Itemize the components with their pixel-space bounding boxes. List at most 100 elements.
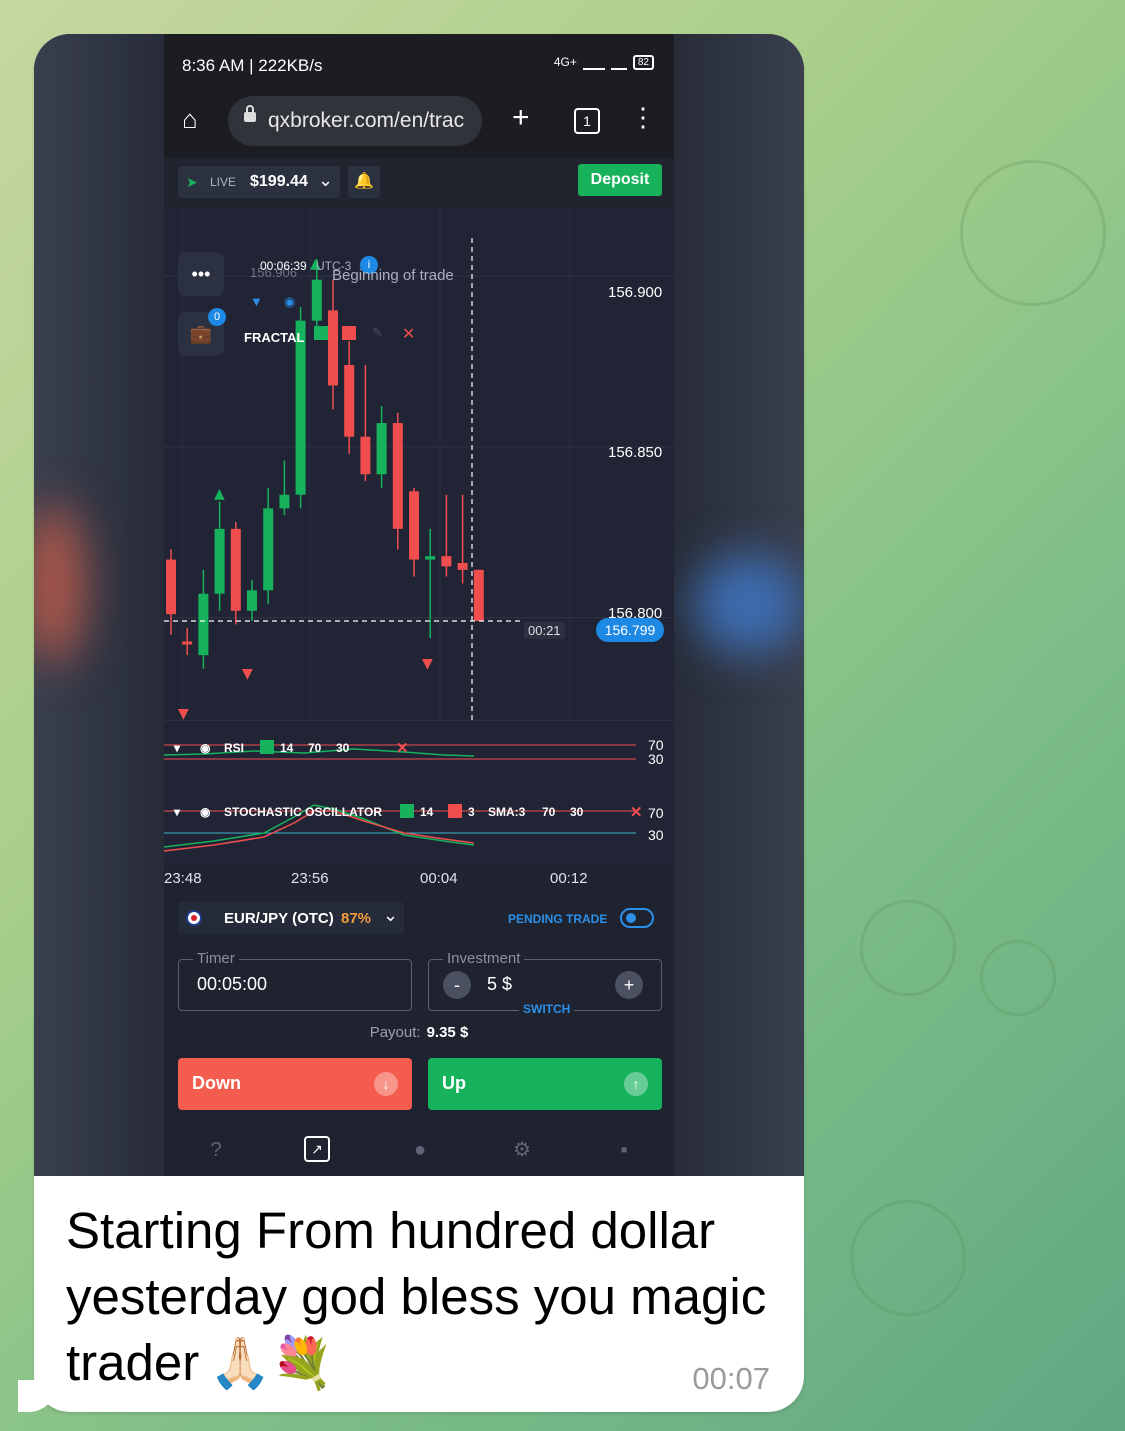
account-selector[interactable]: ➤ LIVE $199.44 ⌄: [178, 166, 340, 198]
payout-row: Payout: 9.35 $: [164, 1024, 674, 1041]
chevron-down-icon: ⌄: [318, 170, 334, 190]
decrease-button[interactable]: -: [443, 971, 471, 999]
message-bubble[interactable]: 8:36 AM | 222KB/s 4G+ 82 ⌂ qxbroker.com/…: [34, 34, 804, 1412]
time-label: 00:04: [420, 870, 458, 887]
url-bar[interactable]: qxbroker.com/en/trac: [228, 96, 482, 146]
bottom-nav: ? ↗ ● ⚙ ▪: [164, 1128, 674, 1176]
rsi-color-swatch[interactable]: [260, 740, 274, 754]
candle-body: [166, 559, 176, 615]
stoch-k-swatch[interactable]: [400, 804, 414, 818]
asset-payout-percent: 87%: [341, 910, 372, 927]
bell-icon[interactable]: 🔔: [348, 166, 380, 198]
stoch-lower: 30: [570, 805, 584, 819]
fractal-arrow-icon: ▲: [214, 486, 225, 502]
user-icon[interactable]: ●: [406, 1136, 434, 1164]
chevron-down-icon: ⌄: [383, 905, 399, 925]
countdown-label: 00:21: [524, 622, 565, 639]
message-line-text: trader: [66, 1334, 200, 1391]
candle-body: [182, 641, 193, 645]
beginning-of-trade-label: Beginning of trade: [332, 267, 454, 284]
candle-body: [311, 279, 322, 321]
wallpaper-doodle: [980, 940, 1056, 1016]
help-icon[interactable]: ?: [202, 1136, 230, 1164]
stoch-k: 14: [420, 805, 434, 819]
close-icon[interactable]: ✕: [402, 324, 415, 344]
stoch-d: 3: [468, 805, 475, 819]
filter-icon[interactable]: ▼: [250, 294, 263, 309]
deposit-button[interactable]: Deposit: [578, 164, 662, 196]
message-line: yesterday god bless you magic: [66, 1268, 767, 1325]
up-button[interactable]: Up ↑: [428, 1058, 662, 1110]
close-icon[interactable]: ✕: [630, 803, 643, 821]
candle-body: [409, 491, 419, 560]
more-vert-icon[interactable]: ⋮: [630, 102, 656, 133]
asset-name: EUR/JPY (OTC): [224, 910, 334, 927]
asset-bar: EUR/JPY (OTC) 87% ⌄ PENDING TRADE: [164, 894, 674, 944]
more-horiz-button[interactable]: •••: [178, 252, 224, 296]
candle-body: [376, 423, 387, 475]
eye-icon[interactable]: ◉: [200, 805, 210, 819]
timer-legend: Timer: [193, 950, 239, 967]
rsi-upper: 70: [308, 741, 322, 755]
pencil-icon[interactable]: ✎: [372, 325, 383, 341]
close-icon[interactable]: ✕: [396, 739, 409, 757]
flag-icon: [186, 910, 202, 926]
phone-screen: 8:36 AM | 222KB/s 4G+ 82 ⌂ qxbroker.com/…: [163, 34, 674, 1176]
message-line: Starting From hundred dollar: [66, 1202, 716, 1259]
message-line: trader 🙏🏻💐: [66, 1330, 786, 1396]
wallpaper-doodle: [850, 1200, 966, 1316]
candle-body: [457, 562, 468, 570]
message-time: 00:07: [692, 1361, 770, 1396]
down-label: Down: [192, 1073, 241, 1093]
candle-body: [344, 365, 355, 437]
stoch-d-swatch[interactable]: [448, 804, 462, 818]
candle-body: [230, 528, 241, 611]
screenshot-media[interactable]: 8:36 AM | 222KB/s 4G+ 82 ⌂ qxbroker.com/…: [34, 34, 804, 1176]
price-level-0: 156.900: [608, 284, 663, 301]
price-chart[interactable]: ▲ ▼ ▼ ▼ ▲ ••• 💼 0 156.906 00:06:39 UTC-3 i B…: [164, 208, 674, 720]
account-balance: $199.44: [250, 173, 308, 190]
time-label: 23:56: [291, 870, 329, 887]
battery-icon: 82: [632, 54, 654, 70]
eye-icon[interactable]: ◉: [284, 294, 295, 310]
pending-trade-label: PENDING TRADE: [508, 912, 608, 926]
down-button[interactable]: Down ↓: [178, 1058, 412, 1110]
investment-field[interactable]: Investment - 5 $ + SWITCH: [428, 950, 662, 1016]
collapse-icon[interactable]: ▾: [174, 741, 180, 755]
color-swatch-green[interactable]: [314, 326, 328, 340]
portfolio-badge: 0: [208, 308, 226, 326]
chart-icon[interactable]: ↗: [304, 1136, 330, 1162]
overlay-timer: 00:06:39: [260, 259, 307, 273]
candle-body: [295, 320, 306, 495]
timer-field[interactable]: Timer 00:05:00: [178, 950, 412, 1011]
candlestick-chart: ▲▼▼▼▲: [164, 208, 674, 720]
color-swatch-red[interactable]: [342, 326, 356, 340]
investment-value: 5 $: [487, 974, 513, 994]
switch-label[interactable]: SWITCH: [519, 1002, 575, 1016]
gear-icon[interactable]: ⚙: [508, 1136, 536, 1164]
stoch-axis-upper: 70: [648, 805, 664, 821]
tabs-count-icon[interactable]: 1: [574, 108, 600, 134]
rsi-lower: 30: [336, 741, 350, 755]
pending-trade-toggle[interactable]: [620, 908, 654, 928]
time-label: 23:48: [164, 870, 202, 887]
asset-selector[interactable]: EUR/JPY (OTC) 87% ⌄: [178, 902, 404, 934]
new-tab-icon[interactable]: +: [512, 101, 530, 135]
chat-icon[interactable]: ▪: [610, 1136, 638, 1164]
message-text: Starting From hundred dollar yesterday g…: [66, 1198, 786, 1396]
time-axis: 23:48 23:56 00:04 00:12: [164, 866, 674, 894]
send-icon: ➤: [186, 174, 198, 190]
candle-body: [279, 494, 290, 509]
fractal-arrow-icon: ▼: [178, 706, 189, 720]
blur-blob: [694, 554, 804, 654]
candle-body: [360, 436, 371, 475]
signal-icon: [610, 54, 627, 70]
indicator-panels: ▾ ◉ RSI 14 70 30 ✕ 70 30 ▾ ◉ STOCHASTIC …: [163, 720, 674, 867]
arrow-up-icon: ↑: [624, 1072, 648, 1096]
collapse-icon[interactable]: ▾: [174, 805, 180, 819]
home-icon[interactable]: ⌂: [182, 104, 198, 135]
increase-button[interactable]: +: [615, 971, 643, 999]
eye-icon[interactable]: ◉: [200, 741, 210, 755]
investment-legend: Investment: [443, 950, 525, 967]
network-label: 4G+: [553, 55, 577, 69]
